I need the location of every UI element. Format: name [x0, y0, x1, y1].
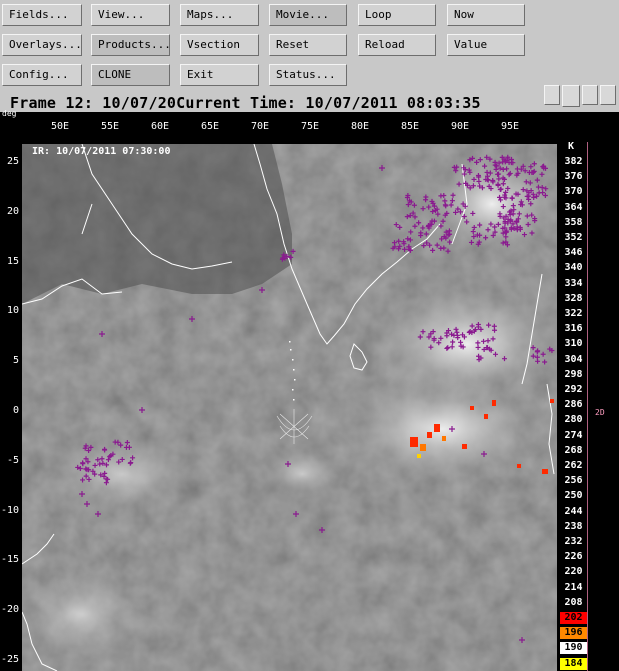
x-axis-ticks: 50E 55E 60E 65E 70E 75E 80E 85E 90E 95E — [0, 121, 560, 135]
scale-label: 370 — [560, 186, 587, 199]
movie-button[interactable]: Movie... — [269, 4, 347, 26]
toolbar-row-1: Fields... View... Maps... Movie... Loop … — [0, 4, 619, 32]
scale-label: 256 — [560, 475, 587, 488]
frame-control-1[interactable] — [544, 85, 560, 105]
y-tick-label: 0 — [12, 405, 19, 416]
scale-label: 382 — [560, 156, 587, 168]
clone-button[interactable]: CLONE — [91, 64, 170, 86]
toolbar-row-2: Overlays... Products... Vsection Reset R… — [0, 34, 619, 62]
x-tick-label: 50E — [50, 121, 70, 132]
side-panel-label: 2D — [595, 408, 605, 417]
y-tick-label: -5 — [6, 454, 19, 466]
scale-label: 214 — [560, 581, 587, 594]
scale-label: 364 — [560, 201, 587, 214]
exit-button[interactable]: Exit — [180, 64, 259, 86]
x-tick-label: 85E — [400, 121, 420, 132]
scale-label: 220 — [560, 566, 587, 579]
frame-control-2[interactable] — [562, 85, 580, 107]
products-button[interactable]: Products... — [91, 34, 171, 56]
scale-label: 340 — [560, 262, 587, 275]
scale-label: 232 — [560, 536, 587, 548]
scale-label: 238 — [560, 520, 587, 533]
overlays-button[interactable]: Overlays... — [2, 34, 82, 56]
x-tick-label: 90E — [450, 121, 470, 132]
side-panel: 2D — [587, 142, 617, 671]
scale-label: 334 — [560, 277, 587, 290]
scale-label: 274 — [560, 429, 587, 442]
maps-button[interactable]: Maps... — [180, 4, 259, 26]
y-tick-label: 10 — [6, 305, 19, 317]
scale-label: 184 — [560, 657, 587, 670]
reload-button[interactable]: Reload — [358, 34, 436, 56]
scale-label: 328 — [560, 292, 587, 305]
scale-label: 208 — [560, 596, 587, 609]
scale-label: 376 — [560, 171, 587, 184]
scale-label: 244 — [560, 505, 587, 518]
scale-label: 292 — [560, 384, 587, 396]
reset-button[interactable]: Reset — [269, 34, 347, 56]
scale-label: 304 — [560, 353, 587, 366]
now-button[interactable]: Now — [447, 4, 525, 26]
scale-label: 346 — [560, 247, 587, 260]
x-tick-label: 65E — [200, 121, 220, 132]
scale-label: 280 — [560, 414, 587, 427]
ir-image-svg — [22, 144, 557, 671]
scale-label: 286 — [560, 399, 587, 412]
y-tick-label: 25 — [6, 156, 19, 167]
fields-button[interactable]: Fields... — [2, 4, 82, 26]
satellite-plot[interactable]: deg 50E 55E 60E 65E 70E 75E 80E 85E 90E 95E 25 20 1… — [0, 109, 619, 671]
loop-button[interactable]: Loop — [358, 4, 436, 26]
scale-label: 250 — [560, 490, 587, 503]
frame-control-3[interactable] — [582, 85, 598, 105]
scale-label: 226 — [560, 551, 587, 564]
scale-label: 262 — [560, 460, 587, 472]
toolbar-row-3: Config... CLONE Exit Status... — [0, 64, 619, 92]
ir-satellite-image[interactable]: IR: 10/07/2011 07:30:00 — [22, 144, 557, 671]
view-button[interactable]: View... — [91, 4, 170, 26]
y-tick-label: -10 — [1, 504, 20, 516]
config-button[interactable]: Config... — [2, 64, 82, 86]
scale-label: 310 — [560, 338, 587, 351]
x-tick-label: 95E — [500, 121, 520, 132]
temperature-color-scale: 382 376 370 364 358 352 346 340 334 328 322 316 310 3… — [560, 142, 587, 671]
y-tick-label: -15 — [1, 554, 20, 566]
scale-label: 322 — [560, 308, 587, 320]
vsection-button[interactable]: Vsection — [180, 34, 259, 56]
y-tick-label: -20 — [1, 604, 20, 616]
scale-label: 316 — [560, 323, 587, 336]
frame-title: Frame 12: 10/07/20Current Time: 10/07/20… — [10, 94, 481, 112]
y-tick-label: -25 — [1, 654, 20, 665]
y-tick-label: 5 — [12, 355, 19, 367]
x-tick-label: 75E — [300, 121, 320, 132]
y-tick-label: 20 — [6, 205, 19, 217]
scale-label: 196 — [560, 627, 587, 640]
value-button[interactable]: Value — [447, 34, 525, 56]
frame-control-4[interactable] — [600, 85, 616, 105]
scale-label: 268 — [560, 444, 587, 457]
scale-label: 358 — [560, 216, 587, 229]
x-tick-label: 60E — [150, 121, 170, 132]
scale-label: 190 — [560, 642, 587, 655]
x-tick-label: 55E — [100, 121, 120, 132]
scale-label: 202 — [560, 612, 587, 624]
scale-label: 298 — [560, 368, 587, 381]
y-axis-ticks: 25 20 15 10 5 0 -5 -10 -15 -20 -25 — [0, 112, 22, 671]
ir-timestamp-label: IR: 10/07/2011 07:30:00 — [32, 146, 171, 157]
status-button[interactable]: Status... — [269, 64, 347, 86]
x-tick-label: 80E — [350, 121, 370, 132]
scale-label: 352 — [560, 232, 587, 244]
x-tick-label: 70E — [250, 121, 270, 132]
y-tick-label: 15 — [6, 255, 19, 267]
